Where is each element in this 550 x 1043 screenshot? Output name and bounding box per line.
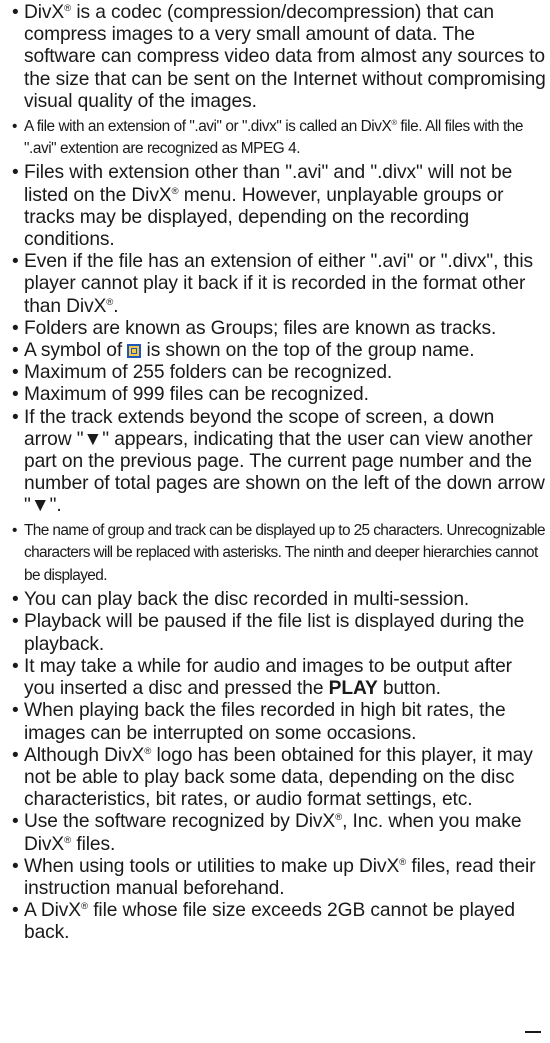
note-text: Maximum of 255 folders can be recognized… [24, 362, 393, 384]
note-text: Although DivX [24, 744, 145, 766]
note-file-size-limit: A DivX® file whose file size exceeds 2GB… [12, 900, 546, 944]
note-recognized-software: Use the software recognized by DivX®, In… [12, 811, 546, 855]
note-text: Use the software recognized by DivX [24, 811, 336, 833]
registered-mark: ® [171, 185, 179, 197]
note-groups-tracks: Folders are known as Groups; files are k… [12, 318, 546, 340]
group-folder-icon [127, 344, 142, 359]
note-text: . [113, 295, 119, 317]
note-text: button. [377, 678, 441, 700]
note-divx-codec: DivX® is a codec (compression/decompress… [12, 2, 546, 113]
note-text: is shown on the top of the group name. [141, 340, 475, 362]
note-text: is a codec (compression/decompression) t… [24, 2, 546, 112]
note-name-length: The name of group and track can be displ… [12, 520, 546, 587]
note-unsupported-format: Even if the file has an extension of eit… [12, 251, 546, 318]
note-text: A DivX [24, 900, 81, 922]
registered-mark: ® [80, 900, 88, 912]
note-down-arrow: If the track extends beyond the scope of… [12, 407, 546, 518]
note-divx-logo: Although DivX® logo has been obtained fo… [12, 745, 546, 812]
note-text: A file with an extension of ".avi" or ".… [24, 117, 392, 135]
note-playback-paused: Playback will be paused if the file list… [12, 611, 546, 655]
note-multi-session: You can play back the disc recorded in m… [12, 589, 546, 611]
page-corner-mark [525, 1031, 541, 1033]
note-file-extension: A file with an extension of ".avi" or ".… [12, 116, 546, 160]
note-text: A symbol of [24, 340, 128, 362]
manual-page: DivX ® is a codec (compression/decompress… [0, 0, 550, 1043]
note-text: Maximum of 999 files can be recognized. [24, 384, 369, 406]
note-text: DivX [24, 2, 65, 23]
note-text: Even if the file has an extension of eit… [24, 251, 534, 317]
note-max-folders: Maximum of 255 folders can be recognized… [12, 362, 546, 384]
note-text: When using tools or utilities to make up… [24, 855, 400, 877]
note-output-delay: It may take a while for audio and images… [12, 656, 546, 700]
note-high-bitrate: When playing back the files recorded in … [12, 700, 546, 744]
note-text: The name of group and track can be displ… [24, 522, 546, 584]
note-group-symbol: A symbol of is shown on the top of the g… [12, 340, 546, 362]
note-text: files. [71, 833, 116, 855]
note-text: Folders are known as Groups; files are k… [24, 317, 497, 339]
note-tools-utilities: When using tools or utilities to make up… [12, 856, 546, 900]
note-text: If the track extends beyond the scope of… [24, 406, 545, 517]
note-text: You can play back the disc recorded in m… [24, 589, 470, 611]
play-button-label: PLAY [328, 678, 378, 700]
note-text: When playing back the files recorded in … [24, 700, 506, 744]
note-text: Playback will be paused if the file list… [24, 611, 525, 655]
note-text: file whose file size exceeds 2GB cannot … [24, 900, 515, 944]
note-max-files: Maximum of 999 files can be recognized. [12, 384, 546, 406]
divx-notes-list: DivX ® is a codec (compression/decompress… [12, 2, 546, 945]
note-other-extensions: Files with extension other than ".avi" a… [12, 162, 546, 251]
